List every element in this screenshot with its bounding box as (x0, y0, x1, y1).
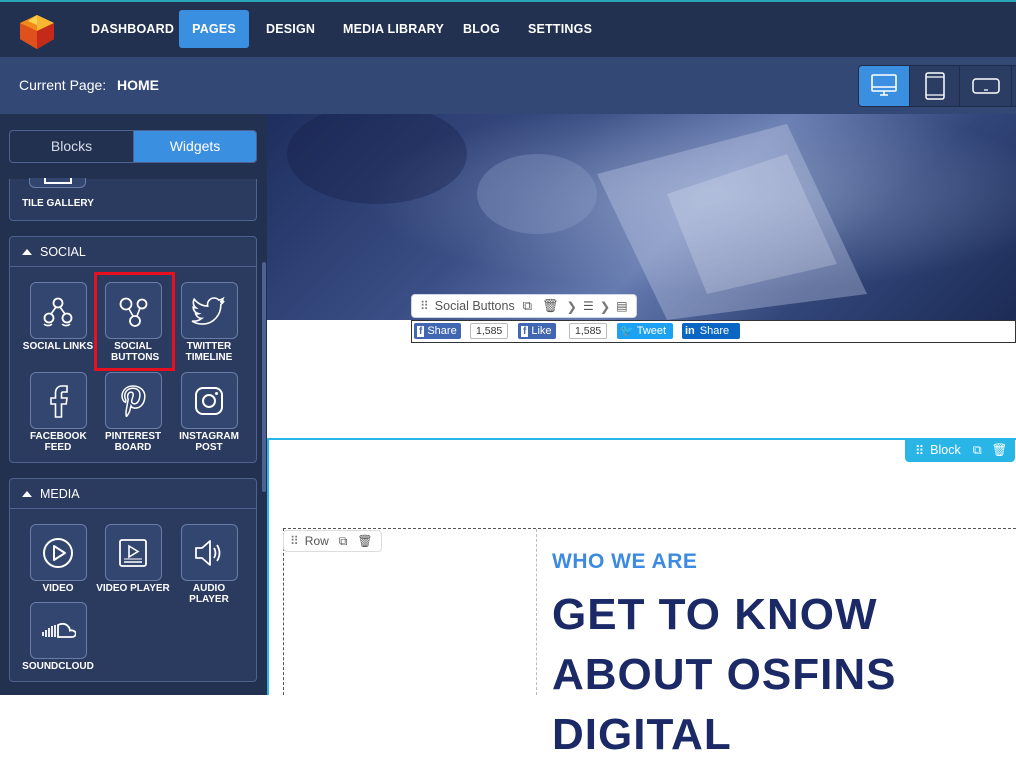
delete-icon[interactable]: 🗑 (542, 298, 559, 314)
nav-design[interactable]: DESIGN (254, 10, 327, 48)
desktop-icon (871, 74, 897, 96)
drag-handle-icon[interactable]: ⠿ (420, 299, 429, 313)
widgets-sidebar: Blocks Widgets TILE GALLERY SOCIAL SOCIA… (0, 114, 267, 695)
collapse-caret-icon (22, 249, 32, 255)
device-switcher (858, 65, 1016, 107)
chevron-separator-icon: ❯ (599, 299, 611, 314)
tab-blocks[interactable]: Blocks (10, 131, 134, 162)
tablet-view-button[interactable] (910, 66, 960, 106)
widget-instagram-post[interactable]: INSTAGRAM POST (172, 372, 246, 453)
app-logo-icon[interactable] (18, 11, 56, 51)
selection-highlight (94, 272, 175, 371)
soundcloud-icon (29, 602, 87, 659)
media-panel-header[interactable]: MEDIA (10, 479, 256, 509)
duplicate-icon[interactable]: ⧉ (973, 443, 982, 458)
widget-label: TWITTER TIMELINE (185, 341, 233, 363)
tile-gallery-label: TILE GALLERY (22, 198, 94, 209)
widget-label: SOCIAL LINKS (22, 341, 94, 352)
desktop-view-button[interactable] (859, 66, 910, 106)
block-toolbar: ⠿ Block ⧉ 🗑 (905, 438, 1015, 462)
hero-illustration (287, 114, 867, 320)
pinterest-icon (104, 372, 162, 429)
widget-label: VIDEO (42, 583, 74, 594)
sidebar-tabs: Blocks Widgets (9, 130, 257, 163)
widget-label: FACEBOOK FEED (30, 431, 87, 453)
gallery-panel: TILE GALLERY (9, 178, 257, 221)
tab-widgets[interactable]: Widgets (134, 131, 256, 162)
facebook-f-icon: f (521, 326, 529, 337)
widget-video-player[interactable]: VIDEO PLAYER (96, 524, 170, 594)
media-panel-title: MEDIA (40, 487, 80, 501)
column-divider (536, 529, 537, 695)
hero-background-image (267, 114, 1016, 320)
duplicate-icon[interactable]: ⧉ (523, 298, 532, 314)
page-subbar: Current Page: HOME (0, 57, 1016, 114)
drag-handle-icon[interactable]: ⠿ (290, 534, 299, 548)
widget-social-links[interactable]: SOCIAL LINKS (21, 282, 95, 352)
widget-twitter-timeline[interactable]: TWITTER TIMELINE (172, 282, 246, 363)
widget-label: AUDIO PLAYER (189, 583, 229, 605)
media-panel: MEDIA VIDEO VIDEO PLAYER AUDIO PLAYER SO… (9, 478, 257, 682)
row-toolbar-label: Row (304, 534, 329, 548)
facebook-like-count: 1,585 (569, 323, 608, 339)
delete-icon[interactable]: 🗑 (357, 534, 372, 548)
chevron-separator-icon: ❯ (566, 299, 578, 314)
social-panel-title: SOCIAL (40, 245, 86, 259)
top-navigation-bar: DASHBOARD PAGES DESIGN MEDIA LIBRARY BLO… (0, 0, 1016, 57)
widget-audio-player[interactable]: AUDIO PLAYER (172, 524, 246, 605)
facebook-icon (29, 372, 87, 429)
facebook-f-icon: f (417, 326, 425, 337)
row-toolbar: ⠿ Row ⧉ 🗑 (283, 530, 382, 552)
nav-media-library[interactable]: MEDIA LIBRARY (331, 10, 456, 48)
block-layout-icon[interactable]: ▤ (616, 299, 627, 313)
social-buttons-toolbar: ⠿ Social Buttons ⧉ 🗑 ❯ ☰ ❯ ▤ (411, 294, 637, 318)
rows-layout-icon[interactable]: ☰ (583, 299, 594, 313)
widget-label: INSTAGRAM POST (179, 431, 239, 453)
widget-label: PINTEREST BOARD (105, 431, 162, 453)
linkedin-share-button[interactable]: in Share (682, 323, 740, 339)
widget-soundcloud[interactable]: SOUNDCLOUD (21, 602, 95, 672)
facebook-share-count: 1,585 (470, 323, 509, 339)
drag-handle-icon[interactable]: ⠿ (915, 443, 924, 458)
collapse-caret-icon (22, 491, 32, 497)
audio-icon (180, 524, 238, 581)
mobile-landscape-view-button[interactable] (960, 66, 1012, 106)
sidebar-scrollbar[interactable] (262, 262, 266, 492)
twitter-icon (180, 282, 238, 339)
current-page-label: Current Page: (19, 77, 107, 93)
linkedin-icon: in (685, 325, 695, 337)
facebook-share-button[interactable]: f Share (414, 323, 461, 339)
section-headline[interactable]: GET TO KNOW ABOUT OSFINS DIGITAL (552, 585, 1016, 765)
widget-pinterest-board[interactable]: PINTEREST BOARD (96, 372, 170, 453)
social-panel-header[interactable]: SOCIAL (10, 237, 256, 267)
facebook-like-button[interactable]: f Like (518, 323, 556, 339)
video-player-icon (104, 524, 162, 581)
duplicate-icon[interactable]: ⧉ (339, 534, 348, 549)
tile-gallery-icon[interactable] (29, 178, 86, 188)
widget-label: VIDEO PLAYER (96, 583, 170, 594)
tweet-button[interactable]: 🐦 Tweet (617, 323, 673, 339)
section-kicker[interactable]: WHO WE ARE (552, 550, 697, 574)
delete-icon[interactable]: 🗑 (992, 443, 1008, 458)
widget-label: SOUNDCLOUD (22, 661, 94, 672)
instagram-icon (180, 372, 238, 429)
mobile-landscape-icon (971, 78, 1000, 94)
tablet-icon (924, 72, 945, 100)
social-buttons-widget[interactable]: f Share 1,585 f Like 1,585 🐦 Tweet in Share (411, 320, 1016, 343)
social-links-icon (29, 282, 87, 339)
nav-blog[interactable]: BLOG (451, 10, 512, 48)
widget-video[interactable]: VIDEO (21, 524, 95, 594)
widget-facebook-feed[interactable]: FACEBOOK FEED (21, 372, 95, 453)
current-page-value[interactable]: HOME (117, 77, 159, 93)
nav-pages[interactable]: PAGES (179, 10, 249, 48)
video-icon (29, 524, 87, 581)
nav-dashboard[interactable]: DASHBOARD (79, 10, 186, 48)
block-toolbar-label: Block (930, 443, 961, 457)
twitter-bird-icon: 🐦 (620, 325, 634, 337)
social-buttons-toolbar-label: Social Buttons (434, 299, 515, 313)
nav-settings[interactable]: SETTINGS (516, 10, 604, 48)
